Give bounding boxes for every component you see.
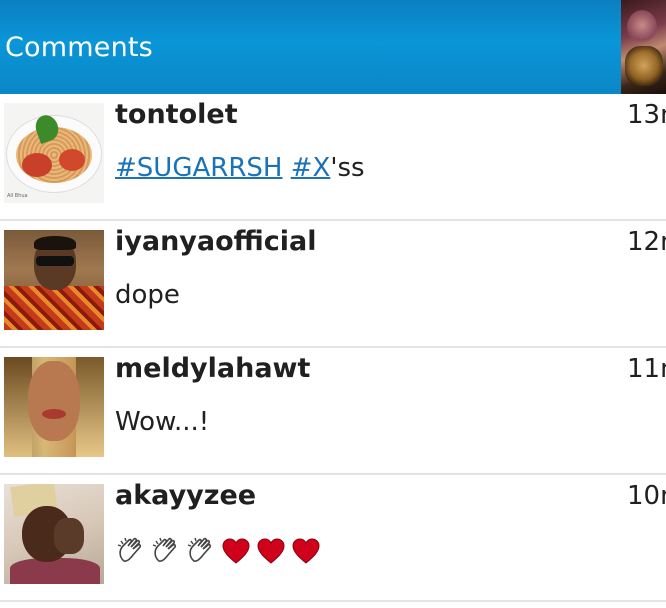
red-heart-icon	[222, 538, 250, 564]
red-heart-icon	[257, 538, 285, 564]
hand-shape	[54, 518, 84, 554]
thumbnail-jewelry	[625, 46, 663, 86]
avatar[interactable]	[4, 357, 104, 457]
post-thumbnail[interactable]	[621, 0, 666, 94]
comment-row: akayyzee 10m	[0, 475, 666, 602]
thumbnail-face	[627, 10, 657, 44]
comment-row: meldylahawt 11m Wow...!	[0, 348, 666, 475]
sunglasses-shape	[36, 256, 74, 266]
comment-username[interactable]: iyanyaofficial	[115, 225, 317, 259]
comment-row: All Bhua tontolet 13m #SUGARRSH #X'ss	[0, 94, 666, 221]
sauce-shape	[22, 153, 52, 177]
face-shape	[28, 361, 80, 441]
comment-emojis	[115, 535, 322, 567]
shirt-shape	[4, 286, 104, 330]
comment-username[interactable]: tontolet	[115, 98, 238, 132]
comment-text: dope	[115, 280, 180, 310]
avatar[interactable]: All Bhua	[4, 103, 104, 203]
comment-list: All Bhua tontolet 13m #SUGARRSH #X'ss iy…	[0, 94, 666, 602]
avatar[interactable]	[4, 484, 104, 584]
comments-header: Comments	[0, 0, 666, 94]
comment-suffix: 'ss	[330, 153, 365, 183]
comment-timestamp: 12m	[627, 227, 666, 257]
comment-timestamp: 11m	[627, 354, 666, 384]
comment-timestamp: 10m	[627, 481, 666, 511]
sauce-shape	[59, 149, 85, 171]
clapping-hands-icon	[117, 537, 142, 562]
red-heart-icon	[292, 538, 320, 564]
comment-username[interactable]: meldylahawt	[115, 352, 310, 386]
clapping-hands-icon	[152, 537, 177, 562]
comment-text: Wow...!	[115, 407, 210, 437]
avatar[interactable]	[4, 230, 104, 330]
lips-shape	[42, 409, 66, 419]
comment-username[interactable]: akayyzee	[115, 479, 256, 513]
avatar-caption: All Bhua	[7, 193, 28, 199]
hashtag-link[interactable]: #X	[291, 153, 331, 183]
hair-shape	[34, 236, 76, 250]
hair-shape	[76, 357, 104, 457]
page-title: Comments	[5, 32, 153, 63]
body-shape	[10, 558, 100, 584]
hashtag-link[interactable]: #SUGARRSH	[115, 153, 282, 183]
comment-row: iyanyaofficial 12m dope	[0, 221, 666, 348]
comment-timestamp: 13m	[627, 100, 666, 130]
clapping-hands-icon	[187, 537, 212, 562]
comment-text: #SUGARRSH #X'ss	[115, 150, 365, 186]
